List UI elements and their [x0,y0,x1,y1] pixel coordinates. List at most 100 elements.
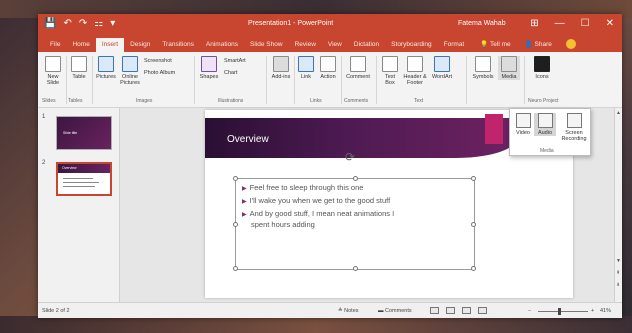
comment-label: Comment [346,74,370,80]
action-button[interactable]: Action [317,56,339,80]
tab-format[interactable]: Format [438,38,471,52]
notes-label: Notes [344,308,359,314]
text-box-button[interactable]: Text Box [380,56,400,86]
divider [524,56,525,104]
resize-handle[interactable] [471,266,476,271]
tab-animations[interactable]: Animations [200,38,244,52]
resize-handle[interactable] [233,222,238,227]
tab-view[interactable]: View [322,38,348,52]
text-box-icon [382,56,398,72]
online-pictures-button[interactable]: Online Pictures [118,56,142,86]
addins-button[interactable]: Add-ins [270,56,292,80]
media-group-label: Media [540,148,554,154]
save-icon[interactable]: 💾 [44,18,56,30]
slide-thumbnail-2[interactable]: Overview [56,162,112,196]
tab-insert[interactable]: Insert [95,38,125,52]
audio-label: Audio [537,130,553,136]
slide-title[interactable]: Overview [227,134,269,145]
zoom-level[interactable]: 41% [600,308,611,314]
tab-review[interactable]: Review [289,38,322,52]
tab-storyboarding[interactable]: Storyboarding [385,38,437,52]
tab-slide-show[interactable]: Slide Show [244,38,289,52]
smartart-button[interactable]: SmartArt [224,58,246,64]
online-pictures-icon [122,56,138,72]
divider [376,56,377,104]
feedback-smiley-icon[interactable] [565,38,576,49]
scroll-up-icon[interactable]: ▲ [616,110,621,116]
header-footer-button[interactable]: Header & Footer [402,56,428,86]
maximize-button[interactable]: ☐ [581,18,590,30]
thumbnail-title: Overview [62,166,77,170]
group-label-links: Links [310,98,322,104]
tab-design[interactable]: Design [124,38,156,52]
resize-handle[interactable] [471,176,476,181]
undo-icon[interactable]: ↶ [63,18,71,30]
media-button[interactable]: Media [498,56,520,80]
icons-button[interactable]: Icons [530,56,554,80]
redo-icon[interactable]: ↷ [79,18,87,30]
next-slide-icon[interactable]: ⇟ [616,282,620,288]
new-slide-button[interactable]: New Slide [42,56,64,86]
link-button[interactable]: Link [296,56,316,80]
zoom-slider-thumb[interactable] [558,308,561,315]
comments-label: Comments [385,308,412,314]
content-text-box[interactable]: ▶ Feel free to sleep through this one ▶ I'… [233,176,476,271]
scroll-down-icon[interactable]: ▼ [616,258,621,264]
screenshot-button[interactable]: Screenshot [144,58,172,64]
wordart-button[interactable]: WordArt [430,56,454,80]
ribbon-display-icon[interactable]: ⊞ [530,18,538,30]
share-button[interactable]: 👤 Share [525,38,552,52]
video-icon [515,113,531,128]
customize-qat-icon[interactable]: ▾ [110,18,115,30]
symbols-button[interactable]: Symbols [470,56,496,80]
pictures-icon [98,56,114,72]
tab-dictation[interactable]: Dictation [348,38,385,52]
notes-button[interactable]: ≙ Notes [338,308,359,314]
shapes-button[interactable]: Shapes [198,56,220,80]
resize-handle[interactable] [471,222,476,227]
tab-transitions[interactable]: Transitions [156,38,200,52]
photo-album-button[interactable]: Photo Album [144,70,175,76]
video-menu-item[interactable]: Video [513,113,533,136]
zoom-slider[interactable] [538,311,588,312]
pictures-button[interactable]: Pictures [94,56,118,80]
divider [294,56,295,104]
user-name[interactable]: Fatema Wahab [458,20,506,27]
vertical-scrollbar[interactable]: ▲ ▼ ⇞ ⇟ [614,108,622,302]
bullet-arrow-icon: ▶ [242,212,247,218]
rotate-handle-icon[interactable]: ⟳ [345,150,355,164]
quick-access-toolbar: 💾 ↶ ↷ ⚏ ▾ [44,18,115,30]
tell-me-search[interactable]: 💡 Tell me [480,38,510,52]
comments-button[interactable]: ▬ Comments [378,308,412,314]
table-button[interactable]: Table [68,56,90,80]
resize-handle[interactable] [353,176,358,181]
reading-view-icon[interactable] [462,307,471,314]
tab-home[interactable]: Home [66,38,95,52]
slide-sorter-view-icon[interactable] [446,307,455,314]
resize-handle[interactable] [233,176,238,181]
thumbnail-number: 2 [42,160,46,166]
minimize-button[interactable]: — [555,18,565,30]
audio-menu-item[interactable]: Audio [534,113,556,136]
tab-file[interactable]: File [44,38,66,52]
slideshow-view-icon[interactable] [478,307,487,314]
screen-recording-menu-item[interactable]: Screen Recording [558,113,590,142]
bullet-item: ▶ And by good stuff, I mean neat animatio… [242,209,394,218]
present-icon[interactable]: ⚏ [94,18,103,30]
divider [66,56,67,104]
comment-icon [350,56,366,72]
comment-button[interactable]: Comment [344,56,372,80]
chart-button[interactable]: Chart [224,70,237,76]
window-title: Presentation1 - PowerPoint [248,20,334,27]
previous-slide-icon[interactable]: ⇞ [616,270,620,276]
normal-view-icon[interactable] [430,307,439,314]
zoom-in-icon[interactable]: + [591,308,594,314]
resize-handle[interactable] [233,266,238,271]
close-button[interactable]: ✕ [606,18,614,30]
slide-thumbnail-1[interactable]: Slide title [56,116,112,150]
bullet-text: I'll wake you when we get to the good st… [249,196,391,205]
zoom-out-icon[interactable]: − [528,308,531,314]
video-label: Video [516,130,530,136]
resize-handle[interactable] [353,266,358,271]
title-bar: 💾 ↶ ↷ ⚏ ▾ Presentation1 - PowerPoint Fat… [38,14,622,36]
